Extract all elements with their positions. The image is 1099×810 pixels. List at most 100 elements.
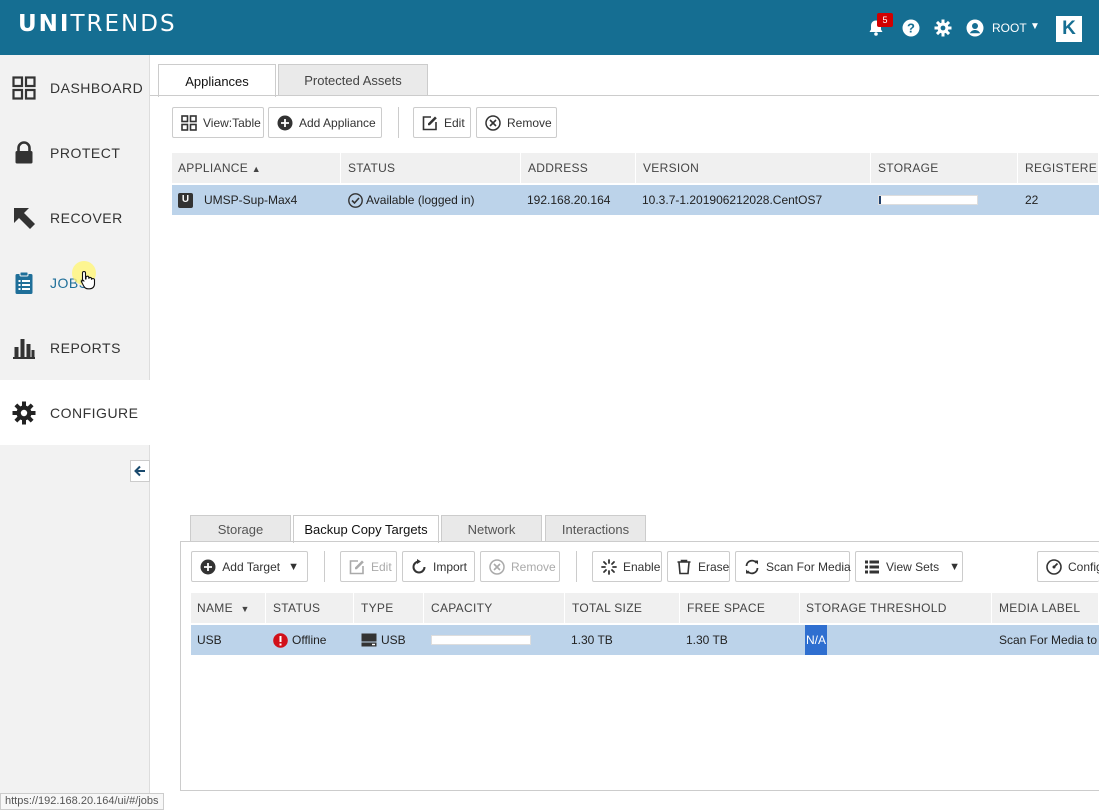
dropdown-caret-icon: ▼	[288, 561, 299, 573]
view-table-button[interactable]: View:Table	[172, 107, 264, 138]
col-total-size[interactable]: TOTAL SIZE	[566, 593, 680, 623]
import-button[interactable]: Import	[402, 551, 475, 582]
unitrends-logo[interactable]: UNITRENDS	[18, 11, 177, 37]
appliance-registered-cell: 22	[1019, 185, 1099, 215]
col-appliance-label: APPLIANCE	[178, 161, 248, 175]
check-circle-icon	[348, 193, 363, 208]
tab-protected-assets[interactable]: Protected Assets	[278, 64, 428, 96]
user-account-icon[interactable]	[965, 18, 985, 38]
erase-button[interactable]: Erase	[667, 551, 730, 582]
appliance-name-cell: U UMSP-Sup-Max4	[172, 185, 341, 215]
targets-table-header: NAME ▼ STATUS TYPE CAPACITY TOTAL SIZE F…	[191, 593, 1099, 623]
clipboard-icon	[11, 270, 37, 296]
col-type[interactable]: TYPE	[355, 593, 424, 623]
sidebar-item-label: PROTECT	[50, 145, 120, 161]
sidebar-nav: DASHBOARD PROTECT RECOVER JOBS REPORTS C…	[0, 55, 150, 810]
col-status[interactable]: STATUS	[342, 153, 521, 183]
tab-backup-copy-targets[interactable]: Backup Copy Targets	[293, 515, 439, 543]
import-label: Import	[433, 560, 467, 574]
configure-button[interactable]: Config	[1037, 551, 1099, 582]
remove-target-button[interactable]: Remove	[480, 551, 560, 582]
toolbar-separator	[398, 107, 399, 138]
col-version[interactable]: VERSION	[637, 153, 871, 183]
sidebar-item-configure[interactable]: CONFIGURE	[0, 380, 150, 445]
appliance-status-cell: Available (logged in)	[342, 185, 521, 215]
collapse-sidebar-arrow-icon[interactable]	[130, 460, 150, 482]
col-media-label[interactable]: MEDIA LABEL	[993, 593, 1099, 623]
appliance-status-text: Available (logged in)	[366, 185, 475, 215]
remove-x-circle-icon	[485, 114, 501, 132]
dashboard-grid-icon	[11, 75, 37, 101]
col-free-space[interactable]: FREE SPACE	[681, 593, 800, 623]
table-row[interactable]: USB Offline USB 1.30 TB 1.30 TB N/A Scan…	[191, 625, 1099, 655]
top-header: UNITRENDS 5 ? ROOT ▼ K	[0, 0, 1099, 55]
sidebar-item-dashboard[interactable]: DASHBOARD	[0, 55, 150, 120]
logo-bold-text: UNI	[18, 11, 70, 37]
edit-appliance-button[interactable]: Edit	[413, 107, 471, 138]
col-capacity[interactable]: CAPACITY	[425, 593, 565, 623]
remove-x-circle-icon	[489, 558, 505, 576]
add-appliance-button[interactable]: Add Appliance	[268, 107, 382, 138]
sidebar-item-label: CONFIGURE	[50, 405, 139, 421]
col-storage[interactable]: STORAGE	[872, 153, 1018, 183]
col-name[interactable]: NAME ▼	[191, 593, 266, 623]
help-icon[interactable]: ?	[901, 18, 921, 38]
appliances-table-header: APPLIANCE ▲ STATUS ADDRESS VERSION STORA…	[172, 153, 1099, 183]
col-address[interactable]: ADDRESS	[522, 153, 636, 183]
target-name-cell: USB	[191, 625, 266, 655]
sidebar-item-label: DASHBOARD	[50, 80, 143, 96]
remove-label: Remove	[511, 560, 556, 574]
add-target-button[interactable]: Add Target ▼	[191, 551, 308, 582]
remove-appliance-button[interactable]: Remove	[476, 107, 557, 138]
bar-chart-icon	[11, 335, 37, 361]
target-free-space-cell: 1.30 TB	[680, 625, 799, 655]
enable-label: Enable	[623, 560, 660, 574]
table-row[interactable]: U UMSP-Sup-Max4 Available (logged in) 19…	[172, 185, 1099, 215]
logo-rest-text: TRENDS	[70, 11, 176, 37]
view-sets-button[interactable]: View Sets ▼	[855, 551, 963, 582]
kaseya-brand-icon[interactable]: K	[1056, 16, 1082, 42]
sidebar-item-jobs[interactable]: JOBS	[0, 250, 150, 315]
appliance-name-text: UMSP-Sup-Max4	[204, 185, 297, 215]
scan-for-media-button[interactable]: Scan For Media	[735, 551, 850, 582]
view-table-label: View:Table	[203, 116, 261, 130]
edit-pencil-icon	[422, 114, 438, 132]
toolbar-separator	[324, 551, 325, 582]
appliance-address-cell: 192.168.20.164	[521, 185, 635, 215]
list-icon	[864, 558, 880, 576]
sidebar-item-protect[interactable]: PROTECT	[0, 120, 150, 185]
tab-storage[interactable]: Storage	[190, 515, 291, 542]
sidebar-item-reports[interactable]: REPORTS	[0, 315, 150, 380]
tab-interactions[interactable]: Interactions	[545, 515, 646, 542]
settings-gear-icon[interactable]	[933, 18, 953, 38]
user-menu-caret-icon[interactable]: ▼	[1030, 21, 1040, 32]
threshold-value-selected[interactable]: N/A	[805, 625, 827, 655]
configure-label: Config	[1068, 560, 1099, 574]
plus-circle-icon	[200, 558, 216, 576]
gear-icon	[11, 400, 37, 426]
tabs-divider	[150, 95, 1099, 96]
col-storage-threshold[interactable]: STORAGE THRESHOLD	[800, 593, 992, 623]
notification-count-badge: 5	[877, 13, 893, 27]
remove-label: Remove	[507, 116, 552, 130]
grid-view-icon	[181, 114, 197, 132]
gauge-icon	[1046, 558, 1062, 576]
edit-target-button[interactable]: Edit	[340, 551, 397, 582]
svg-text:?: ?	[907, 21, 915, 36]
capacity-usage-bar	[431, 635, 531, 645]
edit-label: Edit	[371, 560, 392, 574]
col-appliance[interactable]: APPLIANCE ▲	[172, 153, 341, 183]
plus-circle-icon	[277, 114, 293, 132]
col-registered[interactable]: REGISTERED A	[1019, 153, 1099, 183]
sync-arrows-icon	[744, 558, 760, 576]
sidebar-item-label: RECOVER	[50, 210, 123, 226]
tab-network[interactable]: Network	[441, 515, 542, 542]
tab-appliances[interactable]: Appliances	[158, 64, 276, 97]
dropdown-caret-icon: ▼	[949, 561, 960, 573]
col-status[interactable]: STATUS	[267, 593, 354, 623]
sort-desc-icon: ▼	[241, 604, 250, 614]
sidebar-item-recover[interactable]: RECOVER	[0, 185, 150, 250]
enable-button[interactable]: Enable	[592, 551, 662, 582]
user-name-label[interactable]: ROOT	[992, 21, 1027, 35]
target-status-cell: Offline	[267, 625, 354, 655]
